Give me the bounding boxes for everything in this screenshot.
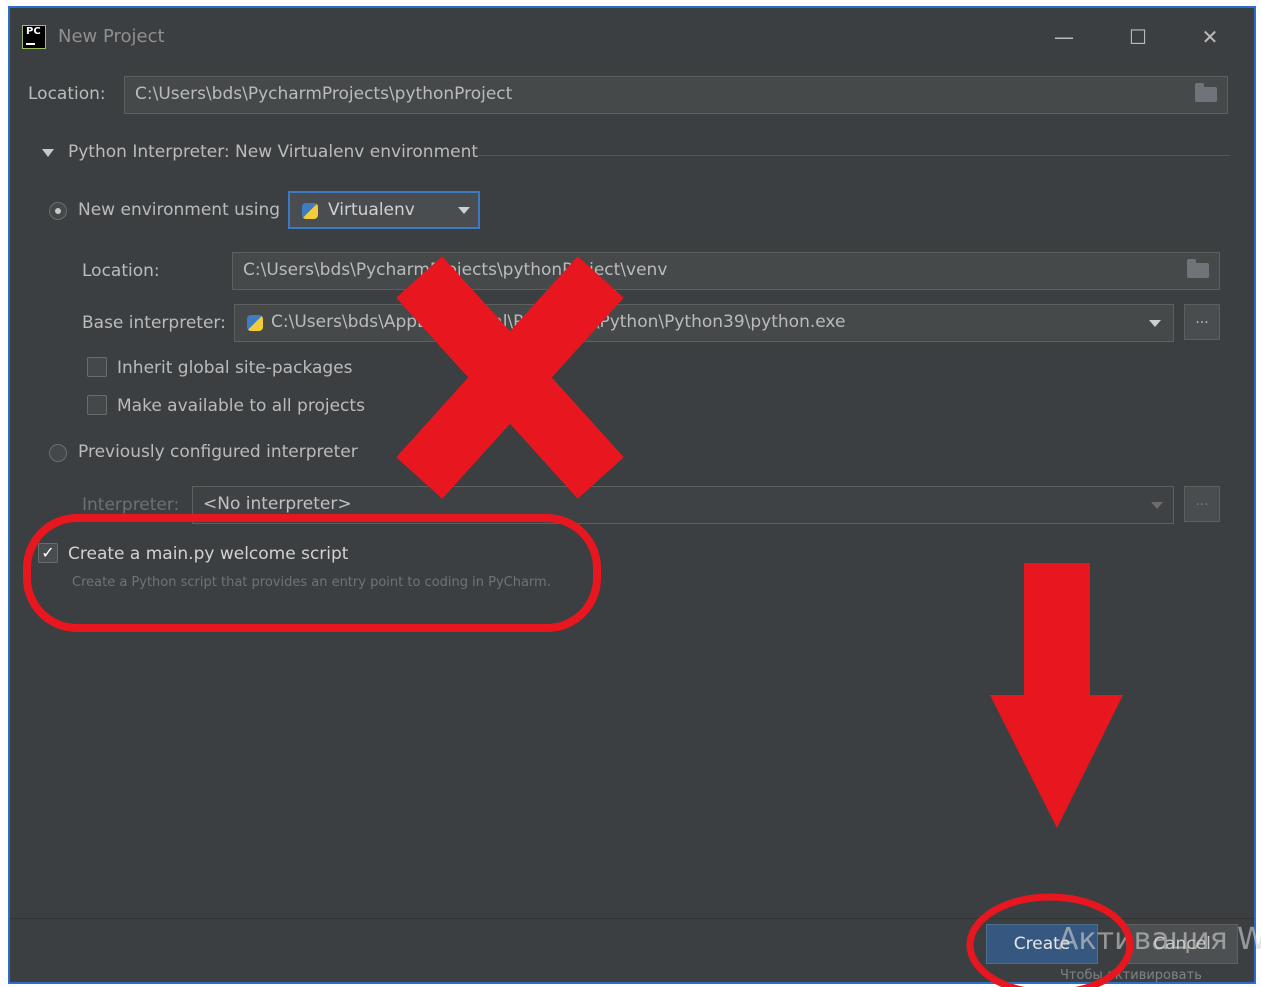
chevron-down-icon: [1151, 502, 1163, 509]
inherit-site-packages-label: Inherit global site-packages: [117, 358, 353, 378]
venv-location-field[interactable]: C:\Users\bds\PycharmProjects\pythonProje…: [232, 252, 1220, 290]
collapse-toggle-icon[interactable]: [42, 149, 54, 157]
activation-watermark: Активация Wi: [1058, 922, 1261, 957]
python-icon: [302, 203, 318, 219]
interpreter-label: Interpreter:: [82, 495, 180, 515]
title-bar: PC New Project — ☐ ✕: [10, 8, 1254, 66]
location-label: Location:: [28, 84, 106, 104]
pycharm-logo-icon: PC: [22, 25, 46, 49]
folder-icon[interactable]: [1195, 83, 1217, 102]
new-project-dialog: PC New Project — ☐ ✕ Location: C:\Users\…: [8, 6, 1256, 984]
chevron-down-icon: [458, 207, 470, 214]
window-title: New Project: [58, 26, 165, 47]
welcome-script-checkbox[interactable]: ✓: [38, 543, 58, 563]
new-environment-radio[interactable]: [49, 202, 67, 220]
section-divider: [478, 155, 1230, 156]
welcome-script-hint: Create a Python script that provides an …: [72, 575, 551, 590]
venv-location-value: C:\Users\bds\PycharmProjects\pythonProje…: [243, 260, 668, 280]
browse-interpreter-button[interactable]: ...: [1184, 304, 1220, 340]
base-interpreter-value: C:\Users\bds\AppData\Local\Programs\Pyth…: [271, 312, 846, 332]
activation-watermark-hint: Чтобы активировать: [1060, 968, 1202, 983]
make-available-label: Make available to all projects: [117, 396, 365, 416]
new-environment-label: New environment using: [78, 200, 281, 220]
browse-interpreter-button-disabled[interactable]: ...: [1184, 486, 1220, 522]
interpreter-select[interactable]: <No interpreter>: [192, 486, 1174, 524]
interpreter-section-header[interactable]: Python Interpreter: New Virtualenv envir…: [68, 142, 478, 162]
make-available-checkbox[interactable]: [87, 395, 107, 415]
location-field[interactable]: C:\Users\bds\PycharmProjects\pythonProje…: [124, 76, 1228, 114]
previous-interpreter-label: Previously configured interpreter: [78, 442, 358, 462]
close-button[interactable]: ✕: [1192, 22, 1228, 52]
environment-type-value: Virtualenv: [328, 200, 415, 220]
base-interpreter-label: Base interpreter:: [82, 313, 226, 333]
maximize-button[interactable]: ☐: [1120, 22, 1156, 52]
environment-type-select[interactable]: Virtualenv: [288, 191, 480, 229]
location-value: C:\Users\bds\PycharmProjects\pythonProje…: [135, 84, 513, 104]
folder-icon[interactable]: [1187, 259, 1209, 278]
python-icon: [247, 315, 263, 331]
inherit-site-packages-checkbox[interactable]: [87, 357, 107, 377]
interpreter-value: <No interpreter>: [203, 494, 352, 514]
previous-interpreter-radio[interactable]: [49, 444, 67, 462]
base-interpreter-select[interactable]: C:\Users\bds\AppData\Local\Programs\Pyth…: [234, 304, 1174, 342]
chevron-down-icon: [1149, 320, 1161, 327]
minimize-button[interactable]: —: [1046, 22, 1082, 52]
welcome-script-label: Create a main.py welcome script: [68, 544, 349, 564]
venv-location-label: Location:: [82, 261, 160, 281]
